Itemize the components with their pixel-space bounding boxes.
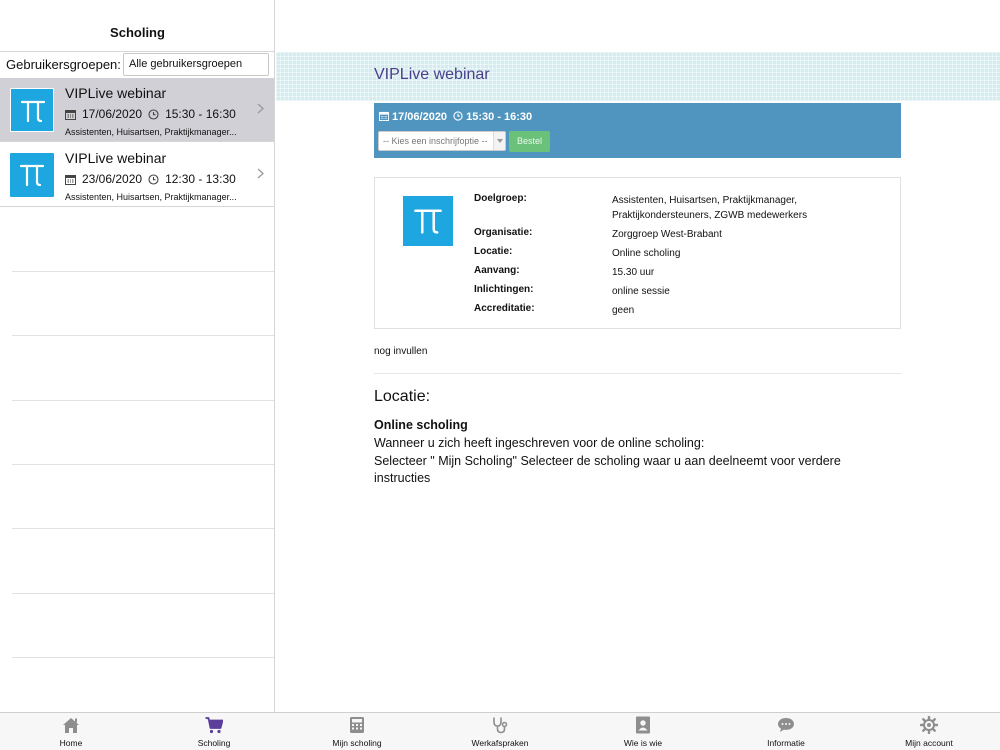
empty-row-separator [12,593,274,594]
detail-value: 15.30 uur [612,267,655,278]
pi-logo-icon [403,196,453,246]
empty-row-separator [12,657,274,658]
empty-row-separator [12,271,274,272]
tab-label: Wie is wie [623,738,663,748]
tab-label: Informatie [767,738,805,748]
registration-option-select[interactable]: -- Kies een inschrijfoptie -- [378,131,506,151]
calendar-icon [379,111,389,124]
registration-time: 15:30 - 16:30 [466,111,533,123]
event-time: 12:30 - 13:30 [165,172,236,186]
tab-label: Scholing [197,738,231,748]
tab-label: Mijn account [905,738,953,748]
detail-key: Locatie: [474,246,513,257]
tab-informatie[interactable]: Informatie [715,713,857,750]
gear-icon [920,716,938,734]
event-list-item[interactable]: VIPLive webinar 17/06/2020 15:30 - 16:30 … [0,78,274,142]
page-title: VIPLive webinar [374,66,490,83]
app-window: Scholing Gebruikersgroepen: Alle gebruik… [0,0,1000,750]
registration-datetime: 17/06/2020 15:30 - 16:30 [379,111,532,124]
pi-logo-icon [10,88,54,132]
contact-card-icon [636,716,650,734]
locatie-subheading: Online scholing [374,418,468,432]
detail-key: Doelgroep: [474,193,527,204]
detail-value: Assistenten, Huisartsen, Praktijkmanager… [612,195,808,221]
detail-header: VIPLive webinar [276,52,1000,101]
detail-value: Online scholing [612,248,681,259]
event-title: VIPLive webinar [65,85,167,101]
calendar-icon [65,174,76,188]
detail-value: Zorggroep West-Brabant [612,229,722,240]
detail-value: geen [612,305,635,316]
event-details-box: Doelgroep: Assistenten, Huisartsen, Prak… [374,177,901,329]
empty-row-separator [12,528,274,529]
tab-label: Home [59,738,83,748]
detail-key: Inlichtingen: [474,284,534,295]
registration-date: 17/06/2020 [392,111,448,123]
event-list-item[interactable]: VIPLive webinar 23/06/2020 12:30 - 13:30 … [0,143,274,207]
event-date: 17/06/2020 [82,107,143,121]
empty-row-separator [12,335,274,336]
description-note: nog invullen [374,346,428,357]
tab-bar: Home Scholing Mijn scholing Werkafsprake… [0,712,1000,750]
calendar-icon [65,109,76,123]
event-meta: 17/06/2020 15:30 - 16:30 [65,107,236,123]
pi-logo-icon [10,153,54,197]
detail-key: Aanvang: [474,265,520,276]
filter-row: Gebruikersgroepen: Alle gebruikersgroepe… [0,51,274,77]
clock-icon [453,111,463,124]
detail-value: online sessie [612,286,670,297]
locatie-heading: Locatie: [374,388,431,405]
filter-label: Gebruikersgroepen: [6,57,121,72]
empty-row-separator [12,400,274,401]
locatie-line: Wanneer u zich heeft ingeschreven voor d… [374,436,705,450]
event-time: 15:30 - 16:30 [165,107,236,121]
detail-key: Accreditatie: [474,303,535,314]
calculator-icon [350,717,364,733]
registration-bar: 17/06/2020 15:30 - 16:30 -- Kies een ins… [374,103,901,158]
event-audience: Assistenten, Huisartsen, Praktijkmanager… [65,192,237,202]
event-meta: 23/06/2020 12:30 - 13:30 [65,172,236,188]
stethoscope-icon [493,717,508,734]
event-title: VIPLive webinar [65,150,167,166]
detail-pane: VIPLive webinar 17/06/2020 15:30 - 16:30… [276,0,1000,712]
event-audience: Assistenten, Huisartsen, Praktijkmanager… [65,127,237,137]
cart-icon [205,717,223,734]
tab-scholing[interactable]: Scholing [143,713,285,750]
tab-werkafspraken[interactable]: Werkafspraken [429,713,571,750]
chevron-down-icon [493,132,505,150]
tab-label: Werkafspraken [471,738,529,748]
sidebar-title: Scholing [110,25,165,40]
clock-icon [148,109,159,123]
detail-key: Organisatie: [474,227,533,238]
empty-row-separator [12,464,274,465]
section-divider [374,373,901,374]
locatie-line: Selecteer " Mijn Scholing" Selecteer de … [374,453,841,486]
order-button[interactable]: Bestel [509,131,550,152]
chevron-right-icon [257,168,264,179]
tab-mijn-scholing[interactable]: Mijn scholing [286,713,428,750]
locatie-instructions: Wanneer u zich heeft ingeschreven voor d… [374,435,874,488]
tab-wie-is-wie[interactable]: Wie is wie [572,713,714,750]
tab-home[interactable]: Home [0,713,142,750]
home-icon [63,718,79,733]
clock-icon [148,174,159,188]
event-date: 23/06/2020 [82,172,143,186]
tab-mijn-account[interactable]: Mijn account [858,713,1000,750]
user-group-select[interactable]: Alle gebruikersgroepen [123,53,269,76]
chevron-right-icon [257,103,264,114]
chat-bubble-icon [778,718,794,732]
sidebar: Scholing Gebruikersgroepen: Alle gebruik… [0,0,275,712]
tab-label: Mijn scholing [332,738,382,748]
registration-option-placeholder: -- Kies een inschrijfoptie -- [383,136,488,146]
